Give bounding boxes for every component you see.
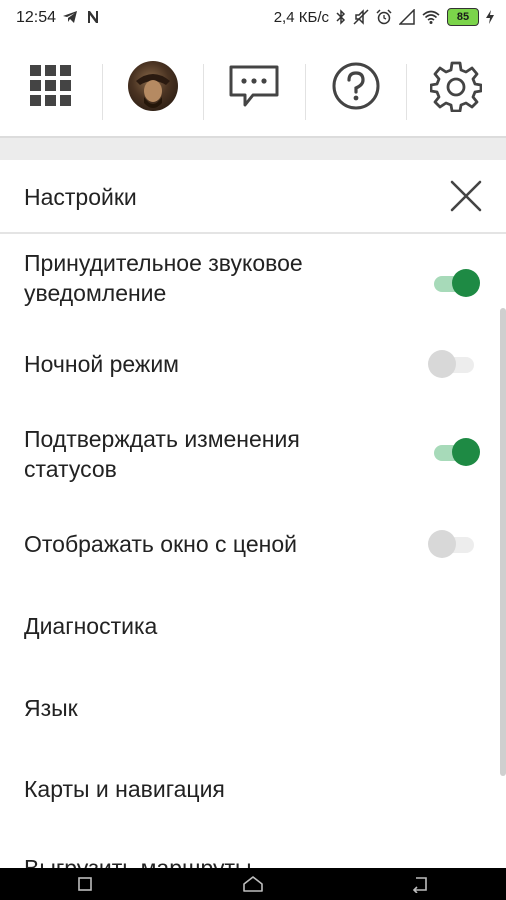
close-icon[interactable] — [446, 176, 486, 216]
back-icon[interactable] — [410, 875, 430, 893]
bluetooth-icon — [336, 9, 346, 25]
status-bar: 12:54 2,4 КБ/с 85 — [0, 0, 506, 36]
chat-button[interactable] — [203, 36, 305, 136]
profile-button[interactable] — [102, 36, 203, 136]
divider-strip — [0, 138, 506, 160]
setting-language[interactable]: Язык — [0, 688, 506, 728]
signal-icon — [399, 9, 415, 25]
scrollbar[interactable] — [500, 308, 506, 776]
setting-diagnostics[interactable]: Диагностика — [0, 606, 506, 646]
telegram-icon — [63, 11, 77, 23]
setting-label: Диагностика — [24, 613, 158, 639]
setting-export-routes[interactable]: Выгрузить маршруты — [0, 848, 506, 868]
n-notification-icon — [88, 11, 98, 23]
settings-header: Настройки — [0, 160, 506, 234]
setting-label: Отображать окно с ценой — [24, 531, 297, 557]
gear-icon — [430, 61, 482, 112]
setting-confirm-status-changes[interactable]: Подтверждать изменения статусов — [0, 420, 506, 490]
forced-sound-toggle[interactable] — [430, 269, 480, 297]
status-time: 12:54 — [16, 9, 57, 26]
help-icon — [332, 62, 379, 110]
wifi-icon — [422, 10, 440, 24]
avatar — [127, 61, 178, 111]
system-nav-bar — [0, 868, 506, 900]
alarm-icon — [376, 9, 392, 25]
setting-show-price-window[interactable]: Отображать окно с ценой — [0, 524, 506, 564]
setting-maps-navigation[interactable]: Карты и навигация — [0, 769, 506, 809]
battery-indicator: 85 — [447, 8, 479, 26]
apps-grid-icon — [30, 65, 71, 106]
network-speed: 2,4 КБ/с — [273, 8, 329, 26]
settings-button[interactable] — [406, 36, 506, 136]
price-window-toggle[interactable] — [428, 530, 478, 558]
recent-apps-icon[interactable] — [76, 876, 94, 892]
home-icon[interactable] — [242, 875, 264, 893]
setting-label: Подтверждать изменения — [24, 426, 300, 452]
setting-night-mode[interactable]: Ночной режим — [0, 344, 506, 384]
setting-label: статусов — [24, 456, 117, 482]
setting-label: Язык — [24, 695, 78, 721]
setting-label: Принудительное звуковое — [24, 250, 303, 276]
confirm-status-toggle[interactable] — [430, 438, 480, 466]
settings-list: Принудительное звуковое уведомление Ночн… — [0, 234, 506, 868]
mute-icon — [353, 9, 369, 25]
apps-button[interactable] — [0, 36, 102, 136]
charging-icon — [486, 10, 494, 24]
setting-label: уведомление — [24, 280, 167, 306]
help-button[interactable] — [305, 36, 406, 136]
app-toolbar — [0, 36, 506, 138]
setting-label: Выгрузить маршруты — [24, 855, 252, 868]
setting-label: Ночной режим — [24, 351, 179, 377]
night-mode-toggle[interactable] — [428, 350, 478, 378]
chat-icon — [229, 65, 279, 107]
setting-label: Карты и навигация — [24, 776, 225, 802]
setting-forced-sound-notification[interactable]: Принудительное звуковое уведомление — [0, 244, 506, 314]
page-title: Настройки — [24, 184, 137, 210]
